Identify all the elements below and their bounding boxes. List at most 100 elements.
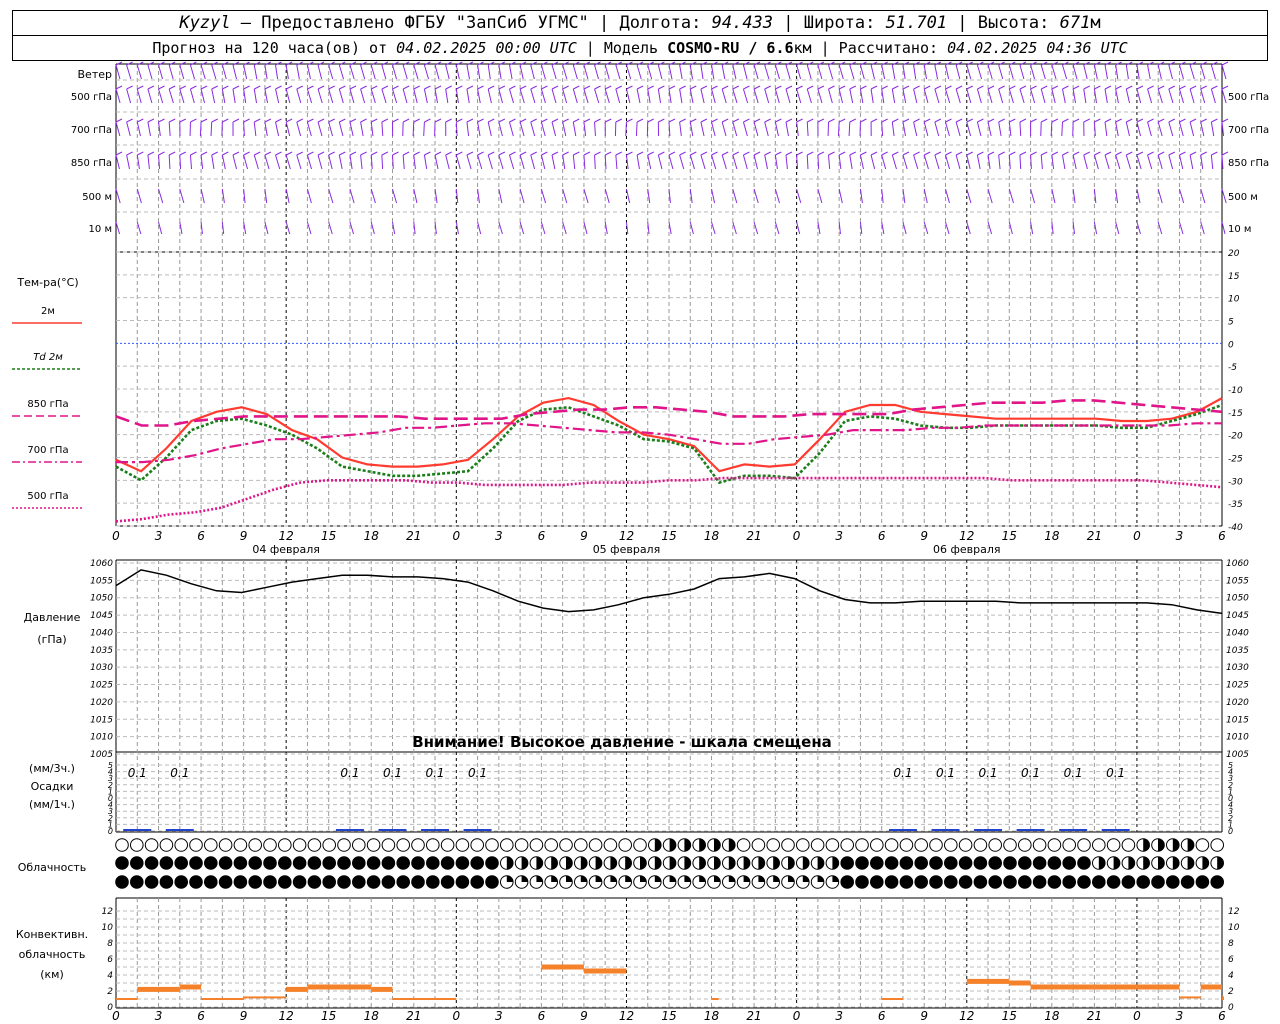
wind-barb-flag — [1211, 85, 1218, 90]
wind-barb-flag — [924, 85, 931, 90]
wind-barb — [913, 154, 919, 170]
wind-barb — [498, 221, 503, 235]
wind-barb — [604, 88, 610, 104]
cloud-cover-icon — [1003, 838, 1017, 852]
wind-barb — [477, 154, 483, 170]
wind-barb — [519, 88, 525, 104]
wind-barb-flag — [285, 118, 293, 123]
cloud-cover-icon — [973, 875, 988, 889]
wind-barb-flag — [1051, 118, 1059, 123]
wind-barb-flag — [498, 85, 506, 90]
wind-barb — [392, 188, 398, 204]
wind-barb — [934, 88, 940, 104]
wind-barb — [753, 88, 759, 104]
wind-barb — [189, 64, 196, 80]
wind-barb — [1136, 121, 1142, 137]
wind-level-label-right: 700 гПа — [1228, 125, 1269, 136]
wind-barb — [668, 154, 674, 170]
wind-barb-flag — [764, 151, 771, 156]
wind-barb-flag — [232, 118, 240, 123]
cloud-cover-fill — [536, 856, 543, 870]
wind-level-label: 700 гПа — [71, 125, 112, 136]
wind-barb — [370, 64, 376, 80]
wind-barb-flag — [551, 151, 559, 156]
cloud-cover-icon — [263, 856, 277, 870]
wind-barb — [679, 88, 683, 104]
wind-barb — [370, 88, 376, 104]
wind-barb — [487, 121, 492, 137]
conv-xtick-label: 21 — [406, 1009, 421, 1023]
wind-barb-flag — [711, 151, 718, 156]
wind-barb-flag — [392, 151, 399, 156]
cloud-cover-icon — [292, 838, 307, 852]
wind-barb-flag — [1157, 151, 1165, 156]
wind-barb-flag — [1062, 118, 1069, 123]
cloud-cover-icon — [899, 856, 914, 870]
cloud-cover-icon — [884, 875, 899, 889]
cloud-cover-icon — [944, 856, 958, 870]
conv-ytick-right: 0 — [1228, 1003, 1234, 1013]
wind-barb — [966, 88, 972, 104]
wind-barb-flag — [902, 85, 910, 90]
wind-barb — [200, 88, 206, 104]
wind-barb — [966, 121, 972, 137]
cloud-cover-icon — [204, 856, 218, 870]
wind-barb — [1221, 64, 1227, 80]
conv-cloud-bar — [201, 998, 244, 1000]
wind-barb-flag — [1147, 118, 1154, 123]
pressure-ytick: 1050 — [90, 594, 113, 604]
wind-barb — [189, 88, 195, 104]
wind-barb-flag — [466, 151, 474, 156]
wind-barb — [945, 121, 950, 137]
wind-barb — [806, 88, 812, 104]
wind-barb — [508, 121, 514, 137]
wind-barb — [711, 121, 716, 137]
wind-barb-flag — [849, 118, 857, 123]
wind-barb — [466, 88, 470, 104]
wind-barb — [934, 64, 939, 80]
wind-barb-flag — [1083, 151, 1090, 156]
wind-barb — [1040, 64, 1046, 80]
wind-barb — [275, 64, 279, 80]
wind-barb — [158, 64, 164, 80]
cloud-cover-icon — [470, 875, 485, 889]
temp-ytick-right: 20 — [1228, 249, 1240, 259]
wind-barb-flag — [860, 85, 867, 90]
precip-bar — [123, 829, 152, 831]
pressure-unit: (гПа) — [37, 633, 66, 646]
wind-barb — [913, 64, 917, 80]
wind-barb-flag — [573, 85, 580, 90]
wind-barb — [572, 64, 578, 80]
wind-barb-flag — [870, 85, 878, 90]
cloud-cover-icon — [574, 838, 588, 852]
wind-barb-flag — [243, 85, 250, 90]
temp-xtick-label: 21 — [746, 529, 761, 543]
cloud-cover-icon — [337, 875, 351, 889]
cloud-cover-icon — [278, 856, 292, 870]
wind-barb-flag — [1040, 118, 1048, 123]
wind-barb-flag — [371, 118, 378, 123]
wind-barb-flag — [402, 118, 410, 123]
wind-title: Ветер — [78, 68, 112, 81]
wind-barb — [774, 88, 780, 104]
wind-barb-flag — [1211, 151, 1218, 156]
wind-barb — [540, 88, 546, 104]
wind-barb-flag — [987, 85, 995, 90]
wind-barb-flag — [307, 151, 314, 156]
temp-xtick-label: 3 — [495, 529, 503, 543]
cloud-cover-icon — [958, 838, 973, 852]
wind-barb-flag — [828, 85, 835, 90]
wind-barb-flag — [775, 151, 782, 156]
conv-ytick: 12 — [102, 907, 114, 917]
conv-xtick-label: 15 — [661, 1009, 676, 1023]
wind-barb — [1157, 188, 1163, 204]
wind-barb-flag — [477, 151, 484, 156]
wind-barb — [594, 64, 599, 80]
wind-barb-flag — [1072, 118, 1080, 123]
cloud-cover-icon — [130, 838, 144, 852]
temp-xtick-label: 6 — [878, 529, 886, 543]
wind-barb — [604, 154, 607, 170]
cloud-cover-icon — [411, 838, 425, 852]
cloud-cover-icon — [440, 856, 455, 870]
wind-barb — [509, 154, 515, 170]
